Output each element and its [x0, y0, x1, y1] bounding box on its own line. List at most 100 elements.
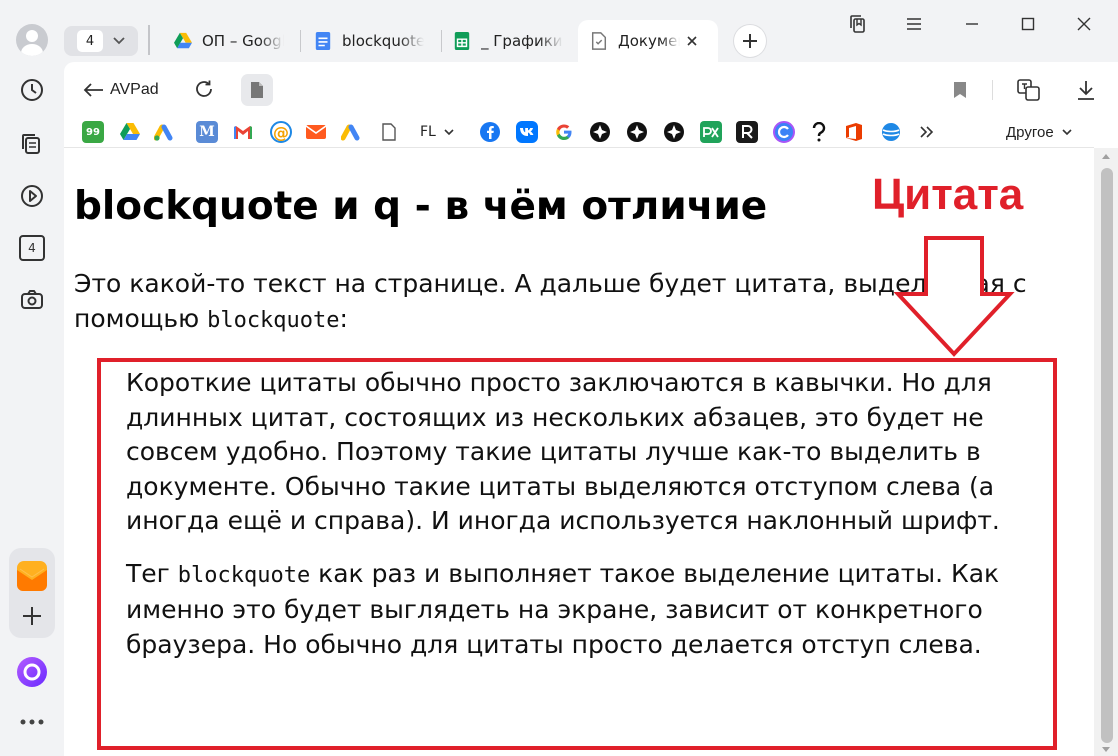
tabs-counter-icon[interactable]: 4: [12, 228, 52, 268]
page-heading: blockquote и q - в чём отличие: [74, 184, 768, 229]
annotation-box: [97, 358, 1057, 750]
minimize-icon: [966, 23, 978, 25]
vk-icon: [520, 128, 534, 136]
bookmark-c[interactable]: [773, 121, 795, 143]
mail-app-icon[interactable]: [12, 556, 52, 596]
mail-icon: [305, 125, 327, 139]
bookmark-button[interactable]: [947, 77, 973, 103]
toolbar-divider: [992, 80, 993, 100]
facebook-icon: [480, 122, 500, 142]
px-icon: [703, 127, 719, 138]
scrollbar-thumb[interactable]: [1101, 168, 1113, 743]
other-bookmarks-button[interactable]: Другое: [1006, 121, 1072, 143]
translate-icon: [1017, 79, 1040, 101]
tab-title: blockquote: [342, 32, 424, 50]
reload-icon: [196, 80, 212, 97]
bookmark-px[interactable]: [700, 121, 722, 143]
bookmark-gmail[interactable]: [232, 121, 254, 143]
bookmark-label: M: [199, 124, 215, 140]
openai-icon: [590, 122, 610, 142]
back-button[interactable]: AVPad: [82, 76, 159, 104]
double-chevron-right-icon: [920, 126, 934, 138]
close-window-button[interactable]: [1068, 10, 1100, 38]
bookmark-office[interactable]: [843, 121, 865, 143]
menu-button[interactable]: [898, 10, 930, 38]
tab-title: ОП – Google Диск: [202, 32, 284, 50]
minimize-button[interactable]: [956, 10, 988, 38]
downloads-button[interactable]: [1073, 77, 1099, 103]
file-icon: [382, 123, 396, 141]
r-icon: [742, 125, 753, 139]
page-info-button[interactable]: [241, 74, 273, 106]
download-icon: [1078, 81, 1094, 100]
collections-button[interactable]: [842, 10, 874, 38]
scroll-down-icon[interactable]: [1101, 746, 1111, 754]
bookmarks-panel-icon: [850, 15, 865, 33]
bookmark-m[interactable]: M: [196, 121, 218, 143]
tab-document[interactable]: Документ: [578, 20, 718, 62]
sidebar: 4: [0, 0, 64, 756]
openai-icon: [627, 122, 647, 142]
google-drive-icon: [120, 123, 140, 140]
tabs-counter-button[interactable]: 4: [64, 26, 138, 56]
ads-icon: [341, 124, 360, 141]
bookmark-r[interactable]: [736, 121, 758, 143]
intro-end: :: [339, 304, 348, 333]
bookmark-file[interactable]: [378, 121, 400, 143]
add-app-icon[interactable]: [12, 596, 52, 636]
tab-google-drive[interactable]: ОП – Google Диск: [162, 20, 302, 62]
bookmark-globe[interactable]: [880, 121, 902, 143]
tabs-counter-value: 4: [77, 30, 103, 52]
bookmark-chatgpt-3[interactable]: [663, 121, 685, 143]
bookmark-chatgpt-1[interactable]: [589, 121, 611, 143]
collections-icon[interactable]: [12, 124, 52, 164]
profile-avatar[interactable]: [16, 24, 48, 56]
bookmark-at[interactable]: @: [270, 121, 292, 143]
translate-button[interactable]: [1016, 77, 1042, 103]
other-bookmarks-label: Другое: [1006, 123, 1054, 141]
bookmark-label: @: [273, 122, 289, 142]
bookmark-mail[interactable]: [305, 121, 327, 143]
close-tab-icon[interactable]: [686, 35, 698, 47]
chevron-down-icon: [113, 37, 125, 45]
bookmark-vk[interactable]: [516, 121, 538, 143]
folder-label: FL: [420, 124, 436, 140]
bookmarks-overflow-button[interactable]: [916, 121, 938, 143]
google-ads-icon: [154, 124, 173, 141]
bookmark-folder-fl[interactable]: FL: [420, 121, 454, 143]
bookmark-icon: [954, 82, 966, 98]
bookmark-facebook[interactable]: [479, 121, 501, 143]
maximize-icon: [1021, 17, 1035, 31]
close-icon: [1077, 17, 1091, 31]
bookmark-help[interactable]: [808, 121, 830, 143]
alice-icon[interactable]: [12, 652, 52, 692]
tab-graphics[interactable]: _ Графики: [441, 20, 581, 62]
more-icon[interactable]: [12, 702, 52, 742]
plus-icon: [743, 34, 757, 48]
bookmark-google-ads[interactable]: [153, 121, 175, 143]
reload-button[interactable]: [191, 76, 217, 102]
bookmark-chatgpt-2[interactable]: [626, 121, 648, 143]
c-icon: [773, 121, 795, 143]
bookmark-google[interactable]: [553, 121, 575, 143]
chevron-down-icon: [444, 128, 454, 135]
bookmark-ads[interactable]: [340, 121, 362, 143]
annotation-arrow-icon: [894, 236, 1015, 357]
scroll-up-icon[interactable]: [1101, 152, 1111, 160]
globe-icon: [882, 123, 900, 141]
tab-blockquote[interactable]: blockquote: [302, 20, 442, 62]
chevron-down-icon: [1062, 128, 1072, 135]
tabs-badge: 4: [19, 235, 45, 261]
history-icon[interactable]: [12, 70, 52, 110]
new-tab-button[interactable]: [734, 25, 766, 57]
back-label: AVPad: [110, 81, 159, 98]
play-icon[interactable]: [12, 176, 52, 216]
bookmark-google-drive[interactable]: [119, 121, 141, 143]
intro-code: blockquote: [207, 308, 340, 333]
tab-divider: [300, 30, 301, 52]
arrow-left-icon: [83, 83, 103, 97]
maximize-button[interactable]: [1012, 10, 1044, 38]
bookmark-99[interactable]: 99: [82, 121, 104, 143]
screenshot-icon[interactable]: [12, 280, 52, 320]
google-icon: [556, 124, 572, 140]
